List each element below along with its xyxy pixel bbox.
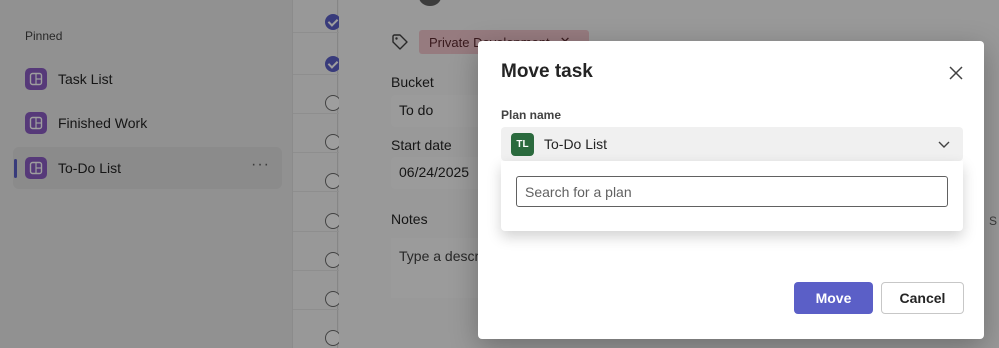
plan-name-dropdown[interactable]: TL To-Do List — [501, 127, 963, 161]
move-task-dialog: Move task Plan name TL To-Do List Move C… — [478, 41, 984, 339]
chevron-down-icon — [938, 141, 950, 148]
dialog-title: Move task — [501, 61, 593, 82]
move-button[interactable]: Move — [794, 282, 873, 314]
close-icon[interactable] — [946, 63, 966, 83]
plan-search-input[interactable] — [516, 176, 948, 207]
plan-name-label: Plan name — [501, 108, 562, 122]
plan-dropdown-panel — [501, 161, 963, 231]
selected-plan-name: To-Do List — [544, 136, 608, 152]
plan-initials-badge: TL — [511, 133, 534, 156]
cancel-button[interactable]: Cancel — [881, 282, 964, 314]
